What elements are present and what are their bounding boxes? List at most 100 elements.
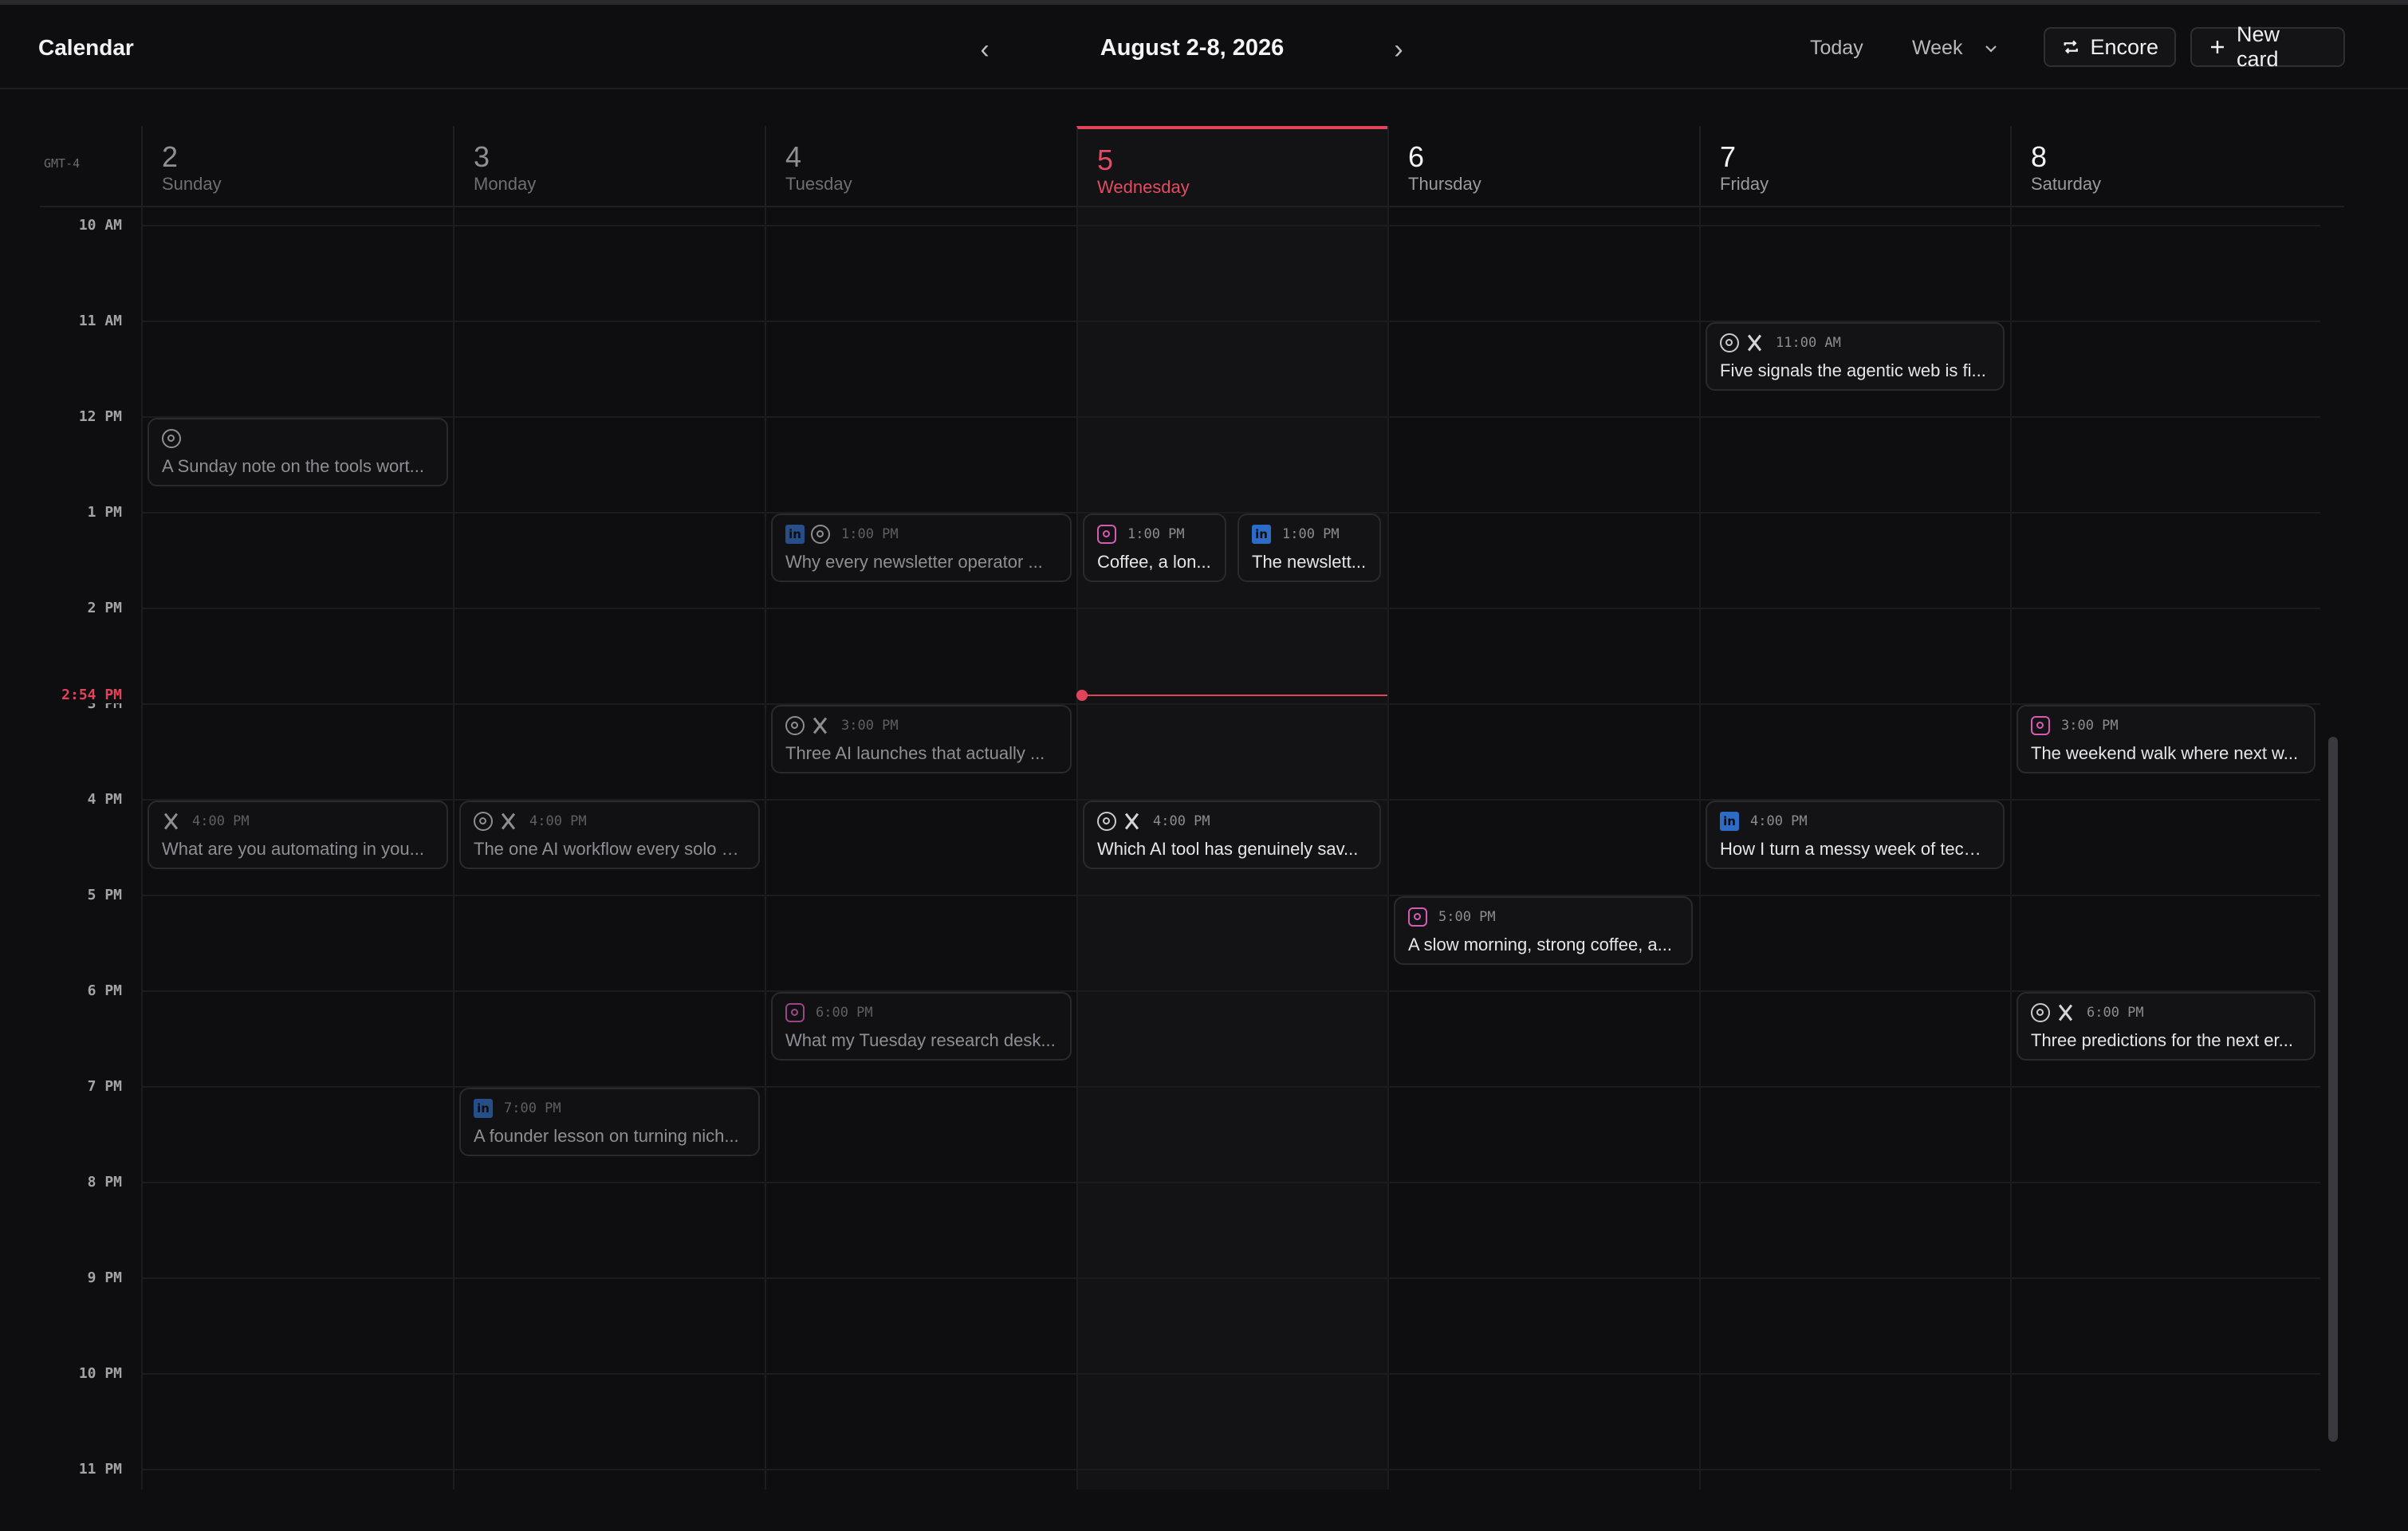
hour-gridline xyxy=(141,895,2320,896)
hour-label: 8 PM xyxy=(87,1174,122,1191)
hour-gridline xyxy=(141,703,2320,705)
event-title: Which AI tool has genuinely sav... xyxy=(1097,839,1359,859)
threads-icon xyxy=(785,716,805,735)
event-card[interactable]: 4:00 PM Which AI tool has genuinely sav.… xyxy=(1083,801,1381,869)
event-card[interactable]: 6:00 PM What my Tuesday research desk... xyxy=(771,992,1072,1061)
event-title: Coffee, a lon... xyxy=(1097,552,1211,572)
current-time-label: 2:54 PM xyxy=(32,687,122,703)
event-card[interactable]: 11:00 AM Five signals the agentic web is… xyxy=(1706,322,2005,391)
day-number: 4 xyxy=(785,140,802,173)
chevron-down-icon xyxy=(1985,45,1997,53)
threads-icon xyxy=(2031,1003,2050,1022)
hour-label: 2 PM xyxy=(87,600,122,616)
event-time: 4:00 PM xyxy=(529,813,587,829)
column-divider xyxy=(765,126,766,1490)
day-name: Wednesday xyxy=(1097,177,1190,197)
hour-label: 4 PM xyxy=(87,791,122,808)
event-title: The weekend walk where next w... xyxy=(2031,743,2299,763)
hour-label: 11 PM xyxy=(78,1461,122,1478)
hour-gridline xyxy=(141,990,2320,992)
new-card-button-label: New card xyxy=(2236,22,2280,71)
encore-button-label: Encore xyxy=(2090,34,2158,59)
event-time: 5:00 PM xyxy=(1438,909,1496,925)
event-card[interactable]: 3:00 PM The weekend walk where next w... xyxy=(2017,705,2316,773)
event-card[interactable]: 4:00 PM What are you automating in you..… xyxy=(148,801,448,869)
event-time: 3:00 PM xyxy=(2061,718,2119,734)
next-week-button[interactable]: › xyxy=(1383,33,1415,65)
instagram-icon xyxy=(2031,716,2050,735)
vertical-scrollbar[interactable] xyxy=(2328,737,2338,1442)
day-number: 3 xyxy=(474,140,490,173)
linkedin-icon: in xyxy=(474,1099,493,1118)
event-card[interactable]: in 1:00 PM The newslett... xyxy=(1237,514,1381,582)
day-header-sunday[interactable]: 2 Sunday xyxy=(141,126,453,206)
day-name: Sunday xyxy=(162,174,222,194)
x-icon xyxy=(499,812,518,831)
day-header-wednesday-today[interactable]: 5 Wednesday xyxy=(1076,126,1387,206)
day-name: Saturday xyxy=(2031,174,2102,194)
event-card[interactable]: 3:00 PM Three AI launches that actually … xyxy=(771,705,1072,773)
event-card[interactable]: in 7:00 PM A founder lesson on turning ni… xyxy=(459,1088,760,1156)
threads-icon xyxy=(1097,812,1116,831)
day-name: Thursday xyxy=(1408,174,1481,194)
event-time: 11:00 AM xyxy=(1776,335,1841,351)
x-icon xyxy=(1745,333,1765,352)
hour-gridline xyxy=(141,608,2320,609)
x-icon xyxy=(1123,812,1142,831)
event-card[interactable]: in 1:00 PM Why every newsletter operator … xyxy=(771,514,1072,582)
event-title: Three AI launches that actually ... xyxy=(785,743,1045,763)
day-number: 5 xyxy=(1097,144,1114,176)
hour-gridline xyxy=(141,1182,2320,1183)
header-divider xyxy=(40,206,2344,207)
event-time: 1:00 PM xyxy=(841,526,899,542)
column-divider xyxy=(1387,126,1389,1490)
plus-icon xyxy=(2210,41,2224,53)
day-header-thursday[interactable]: 6 Thursday xyxy=(1387,126,1699,206)
app-title: Calendar xyxy=(38,35,134,60)
x-icon xyxy=(2056,1003,2076,1022)
hour-label: 5 PM xyxy=(87,887,122,903)
day-header-saturday[interactable]: 8 Saturday xyxy=(2010,126,2344,206)
event-card[interactable]: 5:00 PM A slow morning, strong coffee, a… xyxy=(1394,896,1693,965)
today-button[interactable]: Today xyxy=(1810,37,1863,60)
day-header-tuesday[interactable]: 4 Tuesday xyxy=(765,126,1076,206)
event-time: 7:00 PM xyxy=(504,1100,561,1116)
column-divider xyxy=(141,126,143,1490)
event-card[interactable]: A Sunday note on the tools wort... xyxy=(148,418,448,486)
hour-label: 7 PM xyxy=(87,1078,122,1095)
event-time: 4:00 PM xyxy=(1153,813,1210,829)
event-card[interactable]: 4:00 PM The one AI workflow every solo n… xyxy=(459,801,760,869)
day-header-monday[interactable]: 3 Monday xyxy=(453,126,765,206)
hour-label: 6 PM xyxy=(87,982,122,999)
view-select[interactable]: Week xyxy=(1912,37,1999,60)
hour-label: 11 AM xyxy=(78,313,122,329)
event-card[interactable]: in 4:00 PM How I turn a messy week of tec… xyxy=(1706,801,2005,869)
previous-week-button[interactable]: ‹ xyxy=(969,33,1001,65)
event-title: How I turn a messy week of tech ... xyxy=(1720,839,1990,859)
event-card[interactable]: 1:00 PM Coffee, a lon... xyxy=(1083,514,1226,582)
hour-label: 1 PM xyxy=(87,504,122,521)
current-time-line xyxy=(1083,695,1387,696)
hour-gridline xyxy=(141,225,2320,226)
column-divider xyxy=(2010,126,2012,1490)
event-title: What are you automating in you... xyxy=(162,839,424,859)
encore-button[interactable]: Encore xyxy=(2044,27,2176,67)
chevron-left-icon: ‹ xyxy=(980,33,990,65)
event-time: 1:00 PM xyxy=(1127,526,1185,542)
event-title: What my Tuesday research desk... xyxy=(785,1030,1056,1050)
event-title: A Sunday note on the tools wort... xyxy=(162,456,424,476)
chevron-right-icon: › xyxy=(1394,33,1403,65)
event-time: 4:00 PM xyxy=(1750,813,1808,829)
threads-icon xyxy=(474,812,493,831)
event-title: Why every newsletter operator ... xyxy=(785,552,1043,572)
event-time: 6:00 PM xyxy=(816,1005,873,1021)
view-select-label: Week xyxy=(1912,37,1963,59)
new-card-button[interactable]: New card xyxy=(2190,22,2345,71)
event-title: A founder lesson on turning nich... xyxy=(474,1126,739,1146)
hour-label: 9 PM xyxy=(87,1269,122,1286)
linkedin-icon: in xyxy=(1252,525,1271,544)
day-header-friday[interactable]: 7 Friday xyxy=(1699,126,2010,206)
event-card[interactable]: 6:00 PM Three predictions for the next e… xyxy=(2017,992,2316,1061)
day-name: Monday xyxy=(474,174,537,194)
instagram-icon xyxy=(785,1003,805,1022)
